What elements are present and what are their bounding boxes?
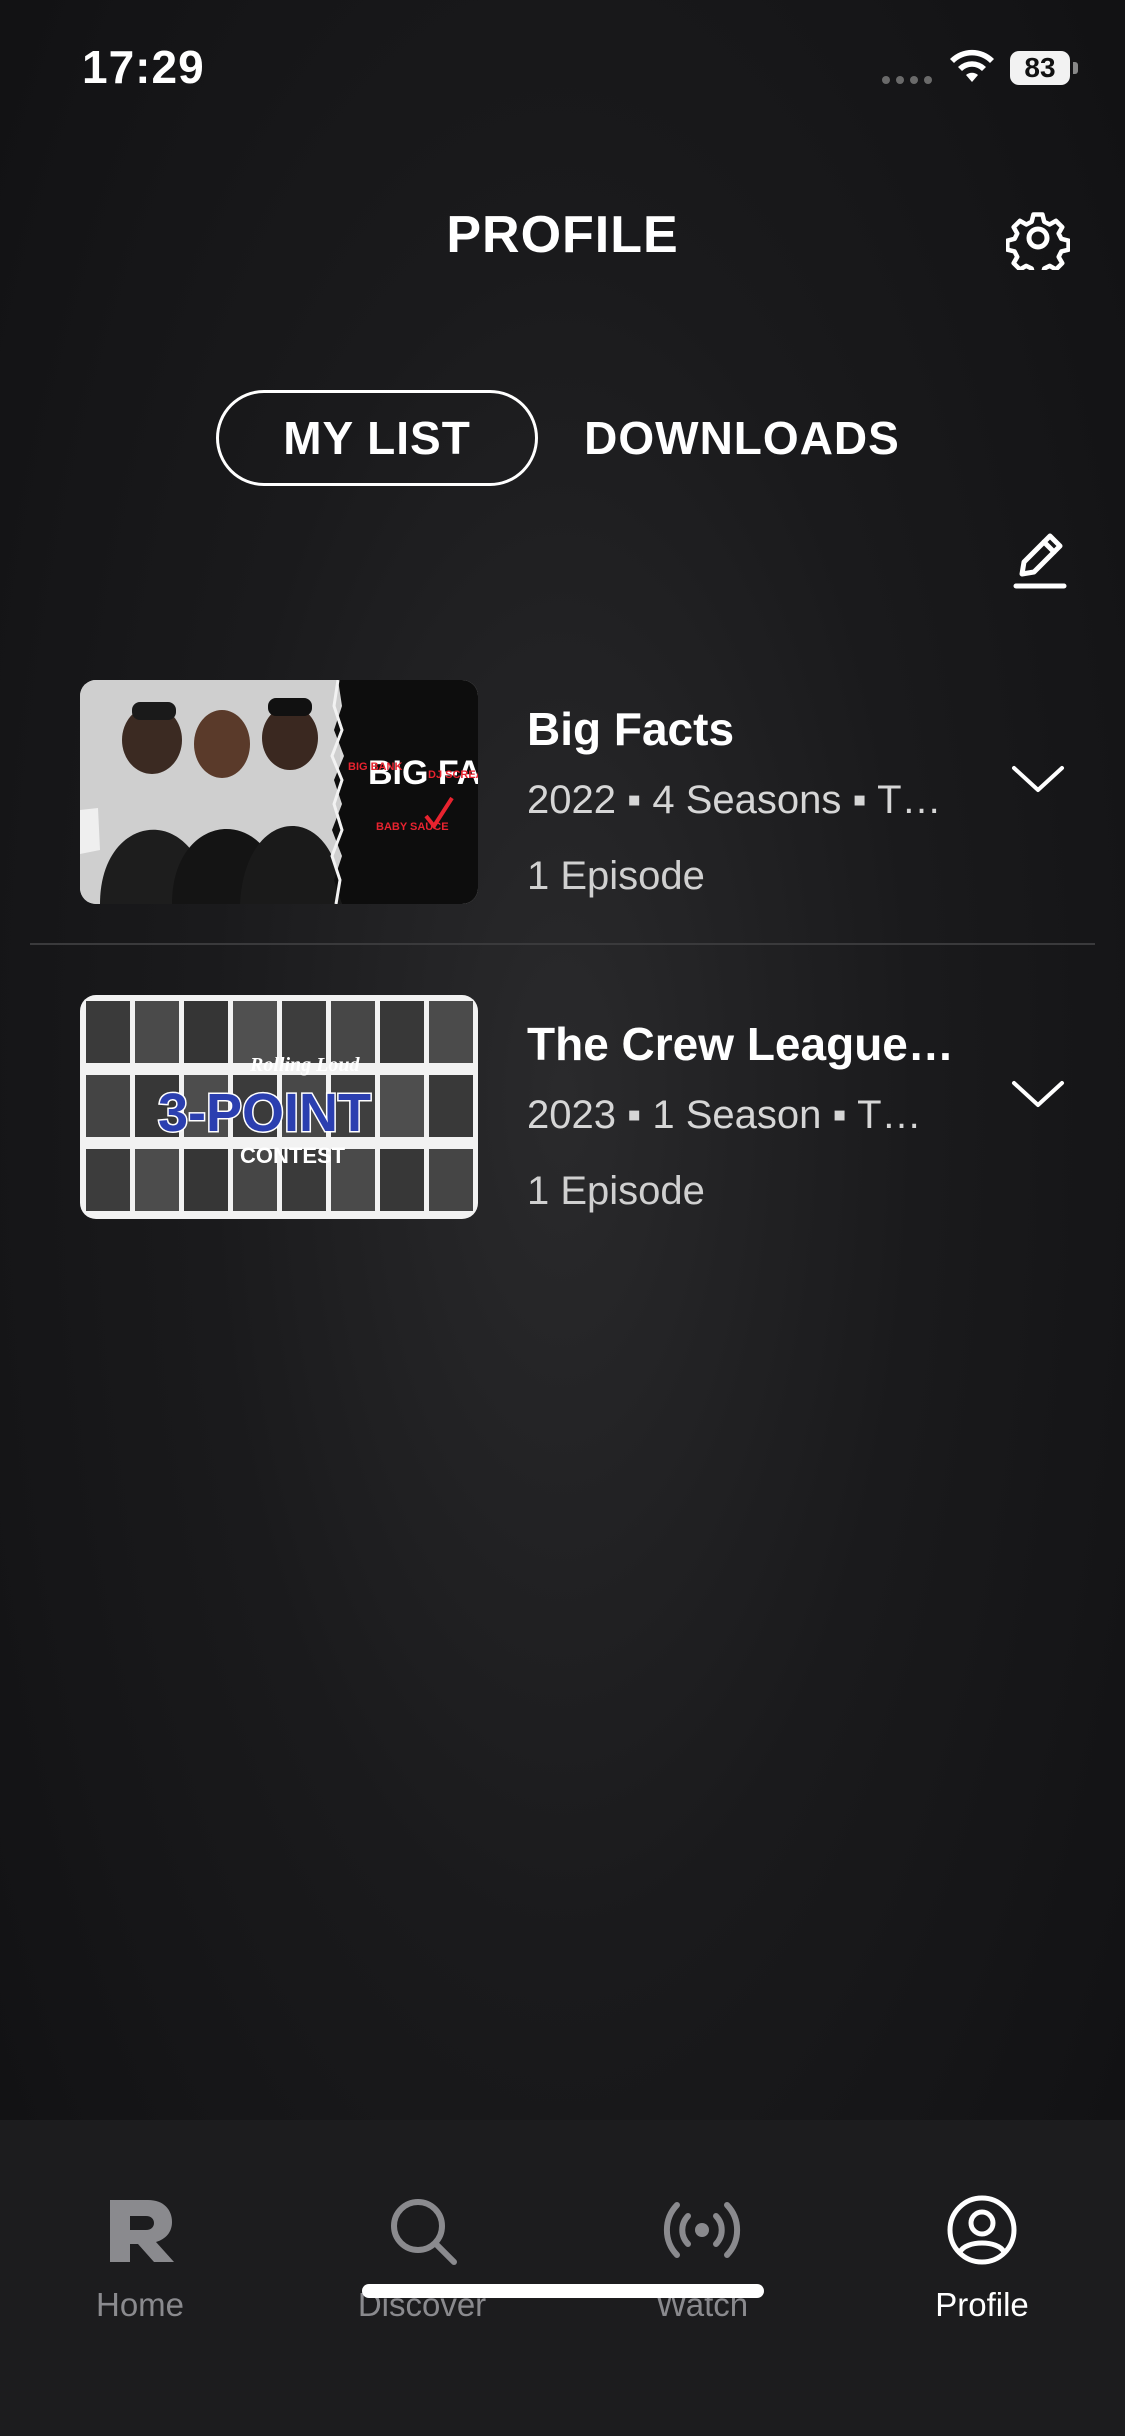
pencil-icon[interactable] <box>1010 528 1070 594</box>
nav-item-discover[interactable]: Discover <box>322 2188 522 2324</box>
tab-my-list[interactable]: MY LIST <box>216 390 538 486</box>
thumb-dj-text: DJ SCREAM <box>428 769 478 781</box>
list-item[interactable]: Rolling Loud 3-POINT CONTEST The Crew Le… <box>0 995 1125 1225</box>
status-bar: 17:29 83 <box>0 0 1125 140</box>
show-thumbnail-big-facts[interactable]: BIG FACTS BIG BANK DJ SCREAM BABY SAUCE <box>80 680 478 904</box>
broadcast-icon <box>663 2202 741 2258</box>
list-divider <box>30 943 1095 945</box>
search-icon <box>391 2199 457 2265</box>
item-meta: 2022 ▪ 4 Seasons ▪ T… <box>527 778 942 822</box>
r-logo-icon <box>110 2200 174 2262</box>
wifi-icon <box>950 49 994 82</box>
gear-icon[interactable] <box>1006 206 1070 270</box>
nav-item-watch[interactable]: Watch <box>602 2188 802 2324</box>
list-item[interactable]: BIG FACTS BIG BANK DJ SCREAM BABY SAUCE … <box>0 680 1125 910</box>
nav-label: Profile <box>935 2286 1029 2323</box>
profile-tabs: MY LIST DOWNLOADS <box>0 390 1125 490</box>
nav-item-home[interactable]: Home <box>40 2188 240 2324</box>
battery-tip <box>1073 62 1078 74</box>
chevron-down-icon[interactable] <box>1010 760 1066 796</box>
tab-downloads[interactable]: DOWNLOADS <box>562 390 922 486</box>
nav-item-profile[interactable]: Profile <box>882 2188 1082 2324</box>
thumb-contest-text: CONTEST <box>240 1143 346 1168</box>
item-title[interactable]: The Crew League:… <box>527 1017 967 1071</box>
show-thumbnail-crew-league[interactable]: Rolling Loud 3-POINT CONTEST <box>80 995 478 1219</box>
thumb-logo-text: Rolling Loud <box>249 1054 360 1076</box>
item-episode-count: 1 Episode <box>527 1169 705 1213</box>
page-title: PROFILE <box>446 206 679 264</box>
chevron-down-icon[interactable] <box>1010 1075 1066 1111</box>
item-episode-count: 1 Episode <box>527 854 705 898</box>
status-time: 17:29 <box>82 41 205 93</box>
home-indicator[interactable] <box>362 2284 764 2298</box>
user-circle-icon <box>947 2195 1017 2265</box>
item-meta: 2023 ▪ 1 Season ▪ T… <box>527 1093 922 1137</box>
item-title[interactable]: Big Facts <box>527 702 967 756</box>
bottom-nav: Home Discover Watch Profile <box>0 2120 1125 2436</box>
thumb-small-text: BIG BANK <box>348 761 402 773</box>
battery-level: 83 <box>1010 51 1070 85</box>
thumb-title-text: 3-POINT <box>158 1083 371 1143</box>
nav-label: Home <box>95 2286 185 2323</box>
cellular-signal-icon <box>882 76 932 84</box>
